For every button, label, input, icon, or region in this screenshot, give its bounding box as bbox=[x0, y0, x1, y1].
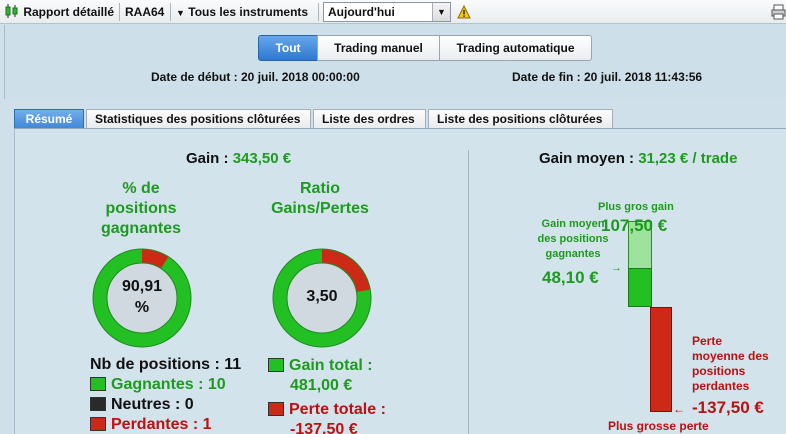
period-select[interactable]: Aujourd'hui ▼ bbox=[323, 2, 451, 22]
report-button[interactable]: Rapport détaillé bbox=[4, 3, 114, 21]
segment-all[interactable]: Tout bbox=[258, 35, 318, 61]
total-gain-label: Gain total : bbox=[289, 357, 373, 374]
printer-icon[interactable] bbox=[771, 4, 786, 20]
total-gain-value: 481,00 € bbox=[290, 377, 353, 394]
winners-label: Gagnantes : 10 bbox=[111, 376, 226, 393]
gain-label: Gain : bbox=[186, 150, 229, 167]
total-gain: Gain total : 481,00 € bbox=[268, 356, 373, 396]
average-loss-value: -137,50 € bbox=[692, 398, 764, 417]
total-loss: Perte totale : -137,50 € bbox=[268, 400, 386, 434]
average-win-label: Gain moyen des positions gagnantes bbox=[528, 217, 618, 262]
gain-value: 343,50 € bbox=[232, 150, 292, 167]
average-gain-value: 31,23 € / trade bbox=[638, 150, 738, 167]
avg-win-line: gagnantes bbox=[545, 248, 601, 260]
average-gain-bar bbox=[628, 268, 652, 307]
tab-closed-positions-stats[interactable]: Statistiques des positions clôturées bbox=[86, 109, 311, 129]
ratio-title-line: Ratio bbox=[300, 180, 340, 197]
win-pct-number: 90,91 bbox=[121, 278, 163, 295]
arrow-left-icon: ← bbox=[673, 402, 685, 416]
win-pct-unit: % bbox=[134, 299, 150, 316]
avg-win-line: des positions bbox=[537, 233, 609, 245]
winners-color-swatch bbox=[90, 377, 106, 391]
warning-icon bbox=[457, 5, 471, 19]
segment-manual-trading[interactable]: Trading manuel bbox=[317, 35, 440, 61]
ratio-value: 3,50 bbox=[306, 288, 338, 305]
win-percentage-title: % de positions gagnantes bbox=[86, 179, 196, 239]
instruments-label: Tous les instruments bbox=[188, 5, 309, 19]
ratio-title-line: Gains/Pertes bbox=[271, 200, 369, 217]
win-percentage-value: 90,91 % bbox=[107, 276, 177, 318]
average-gain-label: Gain moyen : bbox=[539, 150, 635, 167]
win-title-line: gagnantes bbox=[100, 220, 181, 237]
avg-loss-line: Perte bbox=[692, 334, 723, 348]
max-loss-label: Plus grosse perte bbox=[608, 419, 709, 433]
instruments-dropdown[interactable]: ▼ Tous les instruments bbox=[176, 3, 308, 21]
average-gain-heading: Gain moyen : 31,23 € / trade bbox=[539, 150, 737, 167]
neutral-color-swatch bbox=[90, 397, 106, 411]
tab-bar: Résumé Statistiques des positions clôtur… bbox=[14, 109, 786, 129]
report-label: Rapport détaillé bbox=[23, 5, 115, 19]
start-date: Date de début : 20 juil. 2018 00:00:00 bbox=[151, 70, 360, 84]
average-loss-label: Perte moyenne des positions perdantes bbox=[692, 334, 769, 394]
total-loss-value: -137,50 € bbox=[290, 421, 358, 434]
neutral-label: Neutres : 0 bbox=[111, 396, 194, 413]
period-value: Aujourd'hui bbox=[328, 5, 395, 19]
win-title-line: % de bbox=[122, 180, 160, 197]
average-win-value: 48,10 € bbox=[542, 268, 599, 287]
arrow-right-icon: → bbox=[611, 262, 622, 274]
account-button[interactable]: RAA64 bbox=[125, 3, 164, 21]
avg-loss-line: perdantes bbox=[692, 379, 750, 393]
losers-count: Perdantes : 1 bbox=[90, 416, 211, 434]
panel-divider bbox=[468, 150, 469, 434]
tab-orders-list[interactable]: Liste des ordres bbox=[313, 109, 426, 129]
max-gain-label: Plus gros gain bbox=[598, 201, 674, 213]
average-loss-bar bbox=[650, 307, 672, 412]
toolbar-divider bbox=[119, 3, 120, 21]
toolbar-divider bbox=[318, 3, 319, 21]
avg-loss-line: positions bbox=[692, 364, 746, 378]
losers-label: Perdantes : 1 bbox=[111, 416, 212, 433]
avg-win-line: Gain moyen bbox=[541, 218, 605, 230]
total-loss-label: Perte totale : bbox=[289, 401, 386, 418]
tab-summary[interactable]: Résumé bbox=[14, 109, 84, 129]
gain-total-heading: Gain : 343,50 € bbox=[186, 150, 291, 167]
chevron-down-icon[interactable]: ▼ bbox=[432, 3, 450, 21]
toolbar: Rapport détaillé RAA64 ▼ Tous les instru… bbox=[0, 0, 786, 24]
losers-color-swatch bbox=[90, 417, 106, 431]
positions-count: Nb de positions : 11 bbox=[90, 356, 242, 373]
total-loss-swatch bbox=[268, 402, 284, 416]
neutral-count: Neutres : 0 bbox=[90, 396, 194, 414]
segment-automatic-trading[interactable]: Trading automatique bbox=[439, 35, 592, 61]
total-gain-swatch bbox=[268, 358, 284, 372]
toolbar-divider bbox=[170, 3, 171, 21]
avg-loss-line: moyenne des bbox=[692, 349, 769, 363]
winners-count: Gagnantes : 10 bbox=[90, 376, 226, 394]
dropdown-caret-icon: ▼ bbox=[176, 8, 185, 18]
end-date: Date de fin : 20 juil. 2018 11:43:56 bbox=[512, 70, 703, 84]
win-title-line: positions bbox=[105, 200, 177, 217]
tab-closed-positions-list[interactable]: Liste des positions clôturées bbox=[428, 109, 613, 129]
ratio-title: Ratio Gains/Pertes bbox=[255, 179, 385, 219]
candlestick-icon bbox=[5, 4, 18, 18]
